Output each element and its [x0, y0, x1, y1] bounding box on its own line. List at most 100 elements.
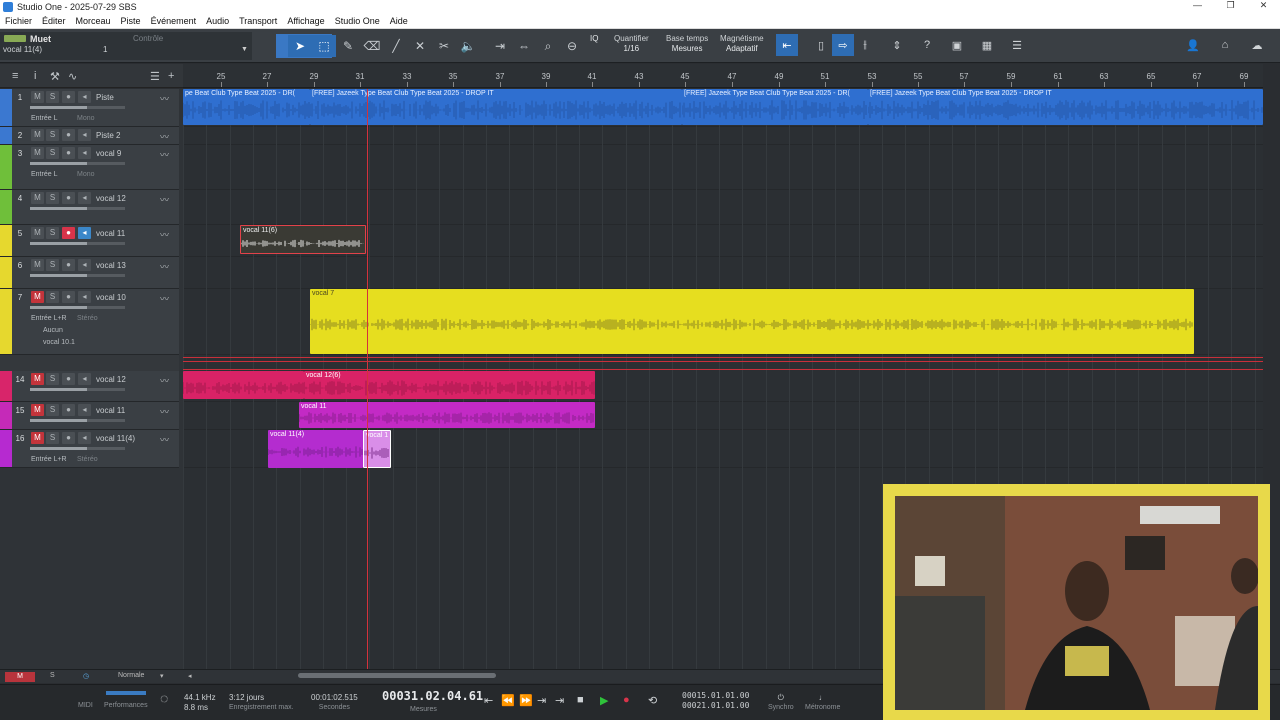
snap-select[interactable]: Magnétisme Adaptatif [720, 34, 764, 54]
close-button[interactable]: ✕ [1247, 0, 1280, 11]
mute-button[interactable]: M [31, 373, 44, 385]
mute-button[interactable]: M [31, 91, 44, 103]
metronome-button[interactable]: ♩ Métronome [805, 693, 840, 713]
waveform-icon[interactable]: 〰 [160, 292, 169, 305]
audio-clip-vocal[interactable]: vocal 11(4) [268, 430, 363, 468]
audio-clip-beat[interactable]: [FREE] Jazeek Type Beat Club Type Beat 2… [310, 89, 682, 125]
volume-fader[interactable] [30, 274, 125, 277]
mute-button[interactable]: M [31, 432, 44, 444]
maximize-button[interactable]: ❐ [1214, 0, 1247, 11]
stop-icon[interactable]: ■ [577, 694, 584, 706]
track-lane[interactable] [183, 127, 1263, 145]
midi-monitor[interactable]: MIDI [78, 691, 93, 711]
menu-editer[interactable]: Éditer [37, 16, 71, 26]
audio-clip-beat[interactable]: pe Beat Club Type Beat 2025 - DR( [183, 89, 310, 125]
menu-aide[interactable]: Aide [385, 16, 413, 26]
waveform-icon[interactable]: 〰 [160, 148, 169, 161]
tools-icon[interactable]: ⚒ [50, 70, 60, 83]
input-select[interactable]: Entrée L+R [31, 315, 67, 322]
chevron-down-icon[interactable]: ▾ [160, 672, 164, 680]
track-header[interactable]: 6 M S ● ◂ vocal 13 〰 [0, 257, 179, 289]
bend-tool-icon[interactable]: ⊖ [560, 35, 584, 57]
track-header[interactable]: 4 M S ● ◂ vocal 12 〰 [0, 190, 179, 225]
track-name[interactable]: vocal 11 [96, 229, 125, 238]
track-header[interactable]: 3 M S ● ◂ vocal 9 〰 Entrée L Mono [0, 145, 179, 190]
record-arm-icon[interactable]: ● [62, 227, 75, 239]
split-view-icon[interactable]: ⫲ [854, 34, 876, 56]
waveform-icon[interactable]: 〰 [160, 260, 169, 273]
marker-icon[interactable]: ▯ [810, 34, 832, 56]
performance-monitor[interactable]: Performances [104, 691, 148, 711]
waveform-icon[interactable]: 〰 [160, 433, 169, 446]
menu-fichier[interactable]: Fichier [0, 16, 37, 26]
record-arm-icon[interactable]: ● [62, 259, 75, 271]
track-header[interactable]: 5 M S ● ◂ vocal 11 〰 [0, 225, 179, 257]
play-icon[interactable]: ▶ [600, 694, 608, 707]
track-lane[interactable] [183, 190, 1263, 225]
event-inspector-summary[interactable]: Muet vocal 11(4) 1 Contrôle ▼ [0, 32, 252, 60]
quantize-select[interactable]: Quantifier 1/16 [614, 34, 649, 54]
track-name[interactable]: vocal 10 [96, 293, 126, 302]
volume-fader[interactable] [30, 447, 125, 450]
record-arm-icon[interactable]: ● [62, 147, 75, 159]
track-name[interactable]: vocal 11(4) [96, 434, 135, 443]
scroll-left-icon[interactable]: ◂ [188, 672, 192, 680]
menu-icon[interactable]: ≡ [12, 70, 18, 82]
solo-button[interactable]: S [46, 373, 59, 385]
solo-button[interactable]: S [46, 432, 59, 444]
record-arm-icon[interactable]: ● [62, 192, 75, 204]
volume-fader[interactable] [30, 306, 125, 309]
monitor-icon[interactable]: ◂ [78, 259, 91, 271]
monitor-icon[interactable]: ◂ [78, 373, 91, 385]
mute-button[interactable]: M [31, 192, 44, 204]
mute-button[interactable]: M [31, 291, 44, 303]
waveform-icon[interactable]: 〰 [160, 374, 169, 387]
add-track-icon[interactable]: + [168, 70, 174, 82]
solo-button[interactable]: S [46, 129, 59, 141]
previous-marker-icon[interactable]: ⇤ [484, 694, 493, 707]
home-icon[interactable]: ⌂ [1214, 34, 1236, 56]
volume-fader[interactable] [30, 207, 125, 210]
list-icon[interactable]: ☰ [150, 70, 160, 83]
track-name[interactable]: vocal 11 [96, 406, 125, 415]
solo-button[interactable]: S [46, 192, 59, 204]
track-header[interactable]: 14 M S ● ◂ vocal 12 〰 [0, 371, 179, 402]
monitor-icon[interactable]: ◂ [78, 291, 91, 303]
cloud-icon[interactable]: ☁ [1246, 34, 1268, 56]
monitor-icon[interactable]: ◂ [78, 147, 91, 159]
forward-icon[interactable]: ⏩ [519, 694, 533, 707]
track-name[interactable]: vocal 12 [96, 194, 126, 203]
track-header[interactable]: 15 M S ● ◂ vocal 11 〰 [0, 402, 179, 430]
volume-fader[interactable] [30, 388, 125, 391]
audio-clip-vocal[interactable]: vocal 11(6) [240, 225, 366, 254]
record-arm-icon[interactable]: ● [62, 91, 75, 103]
input-select[interactable]: Entrée L+R [31, 456, 67, 463]
iq-button[interactable]: IQ [590, 34, 598, 44]
volume-fader[interactable] [30, 106, 125, 109]
arrow-tool-icon[interactable]: ➤ [288, 35, 312, 57]
snap-toggle-icon[interactable]: ⇤ [776, 34, 798, 56]
zoom-icon[interactable]: ⌕ [536, 35, 560, 57]
zoom-fit-icon[interactable]: ⇔ [512, 35, 536, 57]
input-select[interactable]: Entrée L [31, 171, 57, 178]
mute-button[interactable]: M [31, 147, 44, 159]
waveform-icon[interactable]: 〰 [160, 130, 169, 143]
paint-tool-icon[interactable]: ╱ [384, 35, 408, 57]
waveform-icon[interactable]: 〰 [160, 193, 169, 206]
inspector-icon[interactable]: i [34, 70, 36, 82]
monitor-icon[interactable]: ◂ [78, 404, 91, 416]
mode-select[interactable]: Normale [118, 672, 144, 679]
record-arm-icon[interactable]: ● [62, 129, 75, 141]
waveform-icon[interactable]: 〰 [160, 405, 169, 418]
solo-button[interactable]: S [46, 227, 59, 239]
record-arm-icon[interactable]: ● [62, 404, 75, 416]
record-arm-icon[interactable]: ● [62, 291, 75, 303]
pencil-tool-icon[interactable]: ✎ [336, 35, 360, 57]
mute-button[interactable]: M [31, 129, 44, 141]
track-header[interactable]: 7 M S ● ◂ vocal 10 〰 Entrée L+R Stéréo Aucun vocal… [0, 289, 179, 355]
solo-button[interactable]: S [46, 259, 59, 271]
track-header[interactable]: 1 M S ● ◂ Piste 〰 Entrée L Mono [0, 89, 179, 127]
audio-clip-vocal[interactable]: vocal 12(6) [304, 371, 595, 399]
waveform-icon[interactable]: 〰 [160, 92, 169, 105]
autoscroll-icon[interactable]: ⇨ [832, 34, 854, 56]
